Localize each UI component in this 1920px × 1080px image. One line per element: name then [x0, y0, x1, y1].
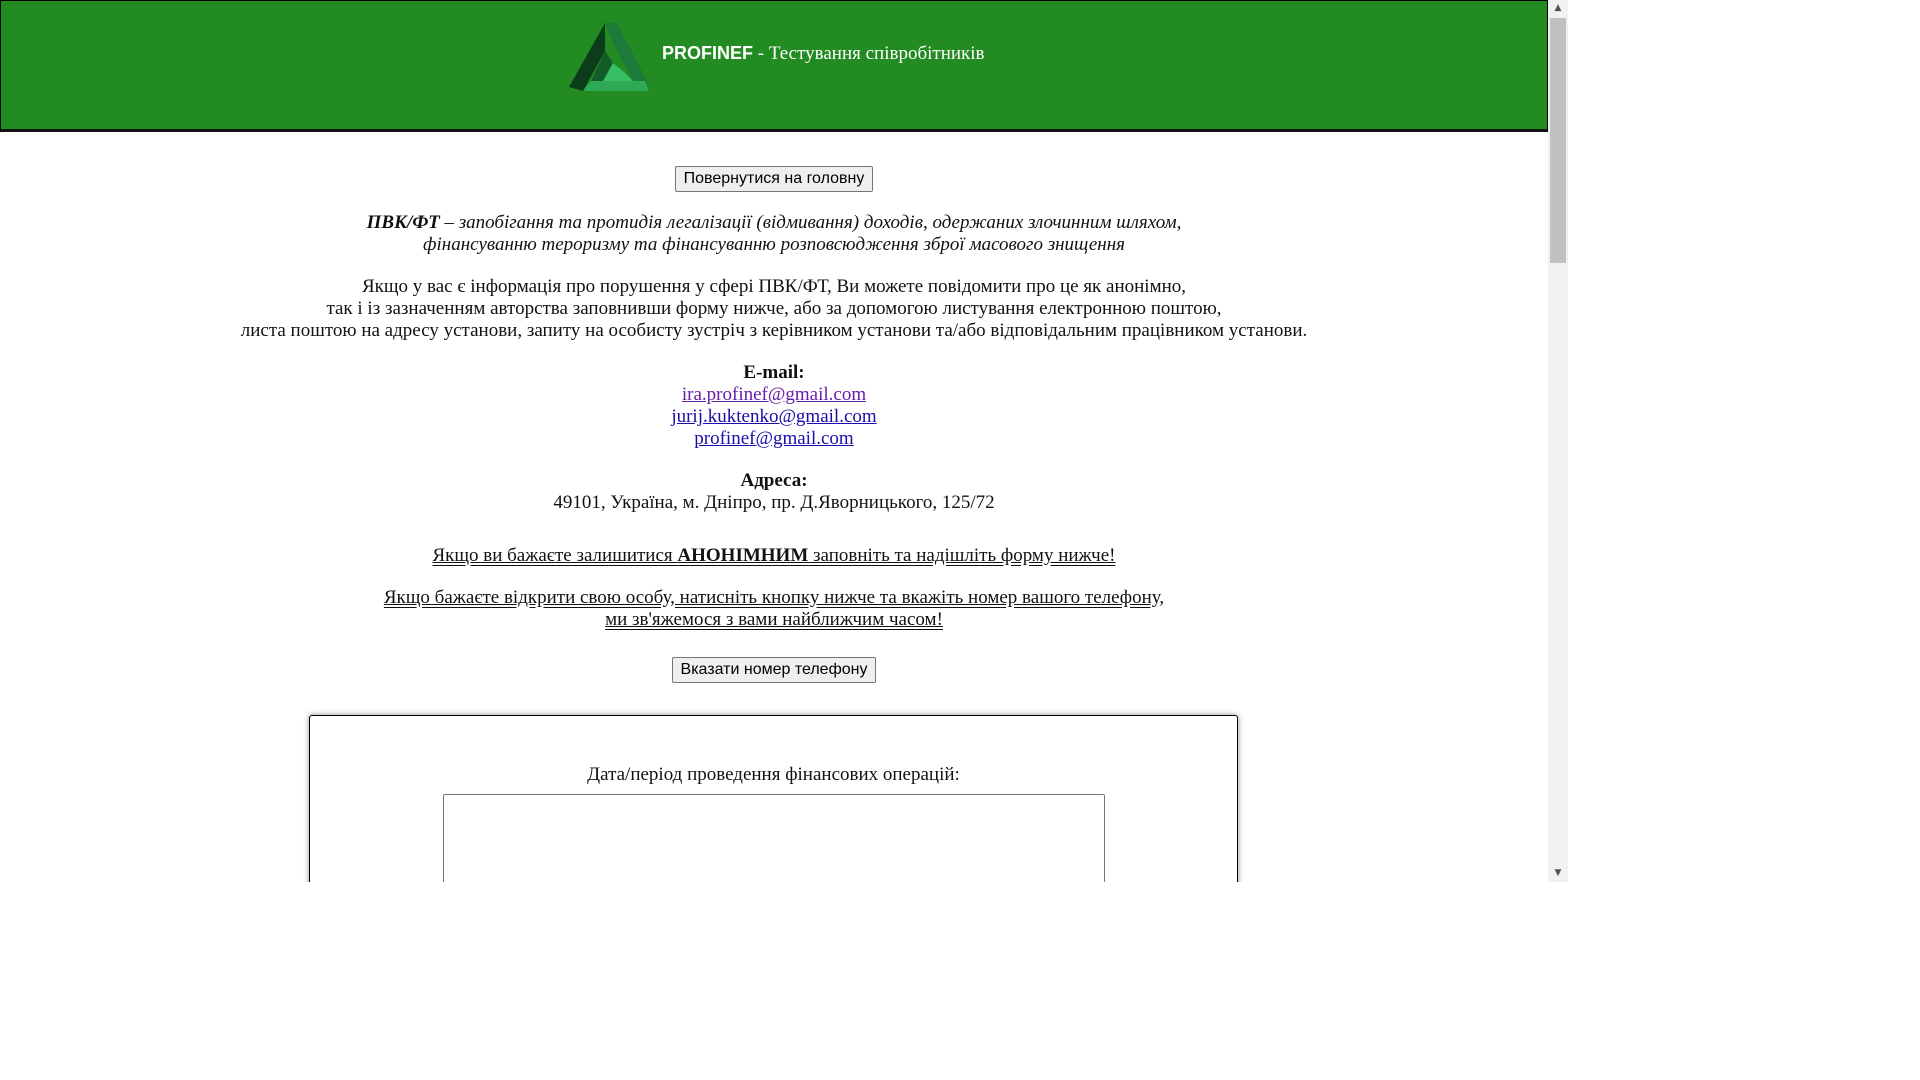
back-home-button[interactable]: Повернутися на головну: [674, 166, 874, 192]
info-line2: так і із зазначенням авторства заповнивш…: [326, 298, 1222, 319]
anonymous-notice: Якщо ви бажаєте залишитися АНОНІМНИМ зап…: [0, 545, 1548, 567]
info-line3: листа поштою на адресу установи, запиту …: [240, 320, 1308, 341]
email-section: E-mail: ira.profinef@gmail.com jurij.kuk…: [0, 362, 1548, 450]
triangle-logo-icon: [569, 23, 649, 91]
email-link-jurij[interactable]: jurij.kuktenko@gmail.com: [671, 406, 876, 427]
info-line1: Якщо у вас є інформація про порушення у …: [361, 276, 1187, 297]
definition-text: ПВК/ФТ – запобігання та протидія легаліз…: [0, 212, 1548, 256]
main-content: Повернутися на головну ПВК/ФТ – запобіга…: [0, 132, 1548, 683]
info-text: Якщо у вас є інформація про порушення у …: [0, 276, 1548, 342]
address-section: Адреса: 49101, Україна, м. Дніпро, пр. Д…: [0, 470, 1548, 514]
anon-bold: АНОНІМНИМ: [677, 545, 809, 566]
brand-title: PROFINEF - Тестування співробітників: [662, 43, 985, 65]
reveal-notice: Якщо бажаєте відкрити свою особу, натисн…: [0, 587, 1548, 631]
reveal-line1: Якщо бажаєте відкрити свою особу, натисн…: [383, 587, 1165, 608]
page: PROFINEF - Тестування співробітників Пов…: [0, 0, 1548, 882]
definition-line2: фінансуванню тероризму та фінансуванню р…: [423, 234, 1125, 255]
enter-phone-button[interactable]: Вказати номер телефону: [671, 657, 877, 683]
reveal-line2: ми зв'яжемося з вами найближчим часом!: [605, 609, 943, 630]
definition-term: ПВК/ФТ: [366, 212, 440, 233]
brand-name: PROFINEF: [662, 43, 754, 63]
email-link-profinef[interactable]: profinef@gmail.com: [694, 428, 853, 449]
scroll-up-arrow-icon[interactable]: ▲: [1548, 0, 1568, 17]
address-value: 49101, Україна, м. Дніпро, пр. Д.Яворниц…: [553, 492, 995, 513]
address-label: Адреса:: [740, 470, 808, 491]
brand-subtitle: - Тестування співробітників: [753, 43, 985, 64]
report-form: Дата/період проведення фінансових операц…: [309, 715, 1238, 882]
email-label: E-mail:: [743, 362, 805, 383]
anon-before: Якщо ви бажаєте залишитися: [432, 545, 678, 566]
email-link-ira[interactable]: ira.profinef@gmail.com: [682, 384, 866, 405]
operation-date-label: Дата/період проведення фінансових операц…: [587, 764, 960, 785]
definition-line1: – запобігання та протидія легалізації (в…: [439, 212, 1182, 233]
scroll-down-arrow-icon[interactable]: ▼: [1548, 865, 1568, 882]
operation-date-input[interactable]: [443, 794, 1105, 882]
vertical-scrollbar[interactable]: ▲ ▼: [1548, 0, 1568, 882]
anon-after: заповніть та надішліть форму нижче!: [808, 545, 1116, 566]
header: PROFINEF - Тестування співробітників: [0, 0, 1548, 132]
scrollbar-thumb[interactable]: [1550, 18, 1566, 263]
